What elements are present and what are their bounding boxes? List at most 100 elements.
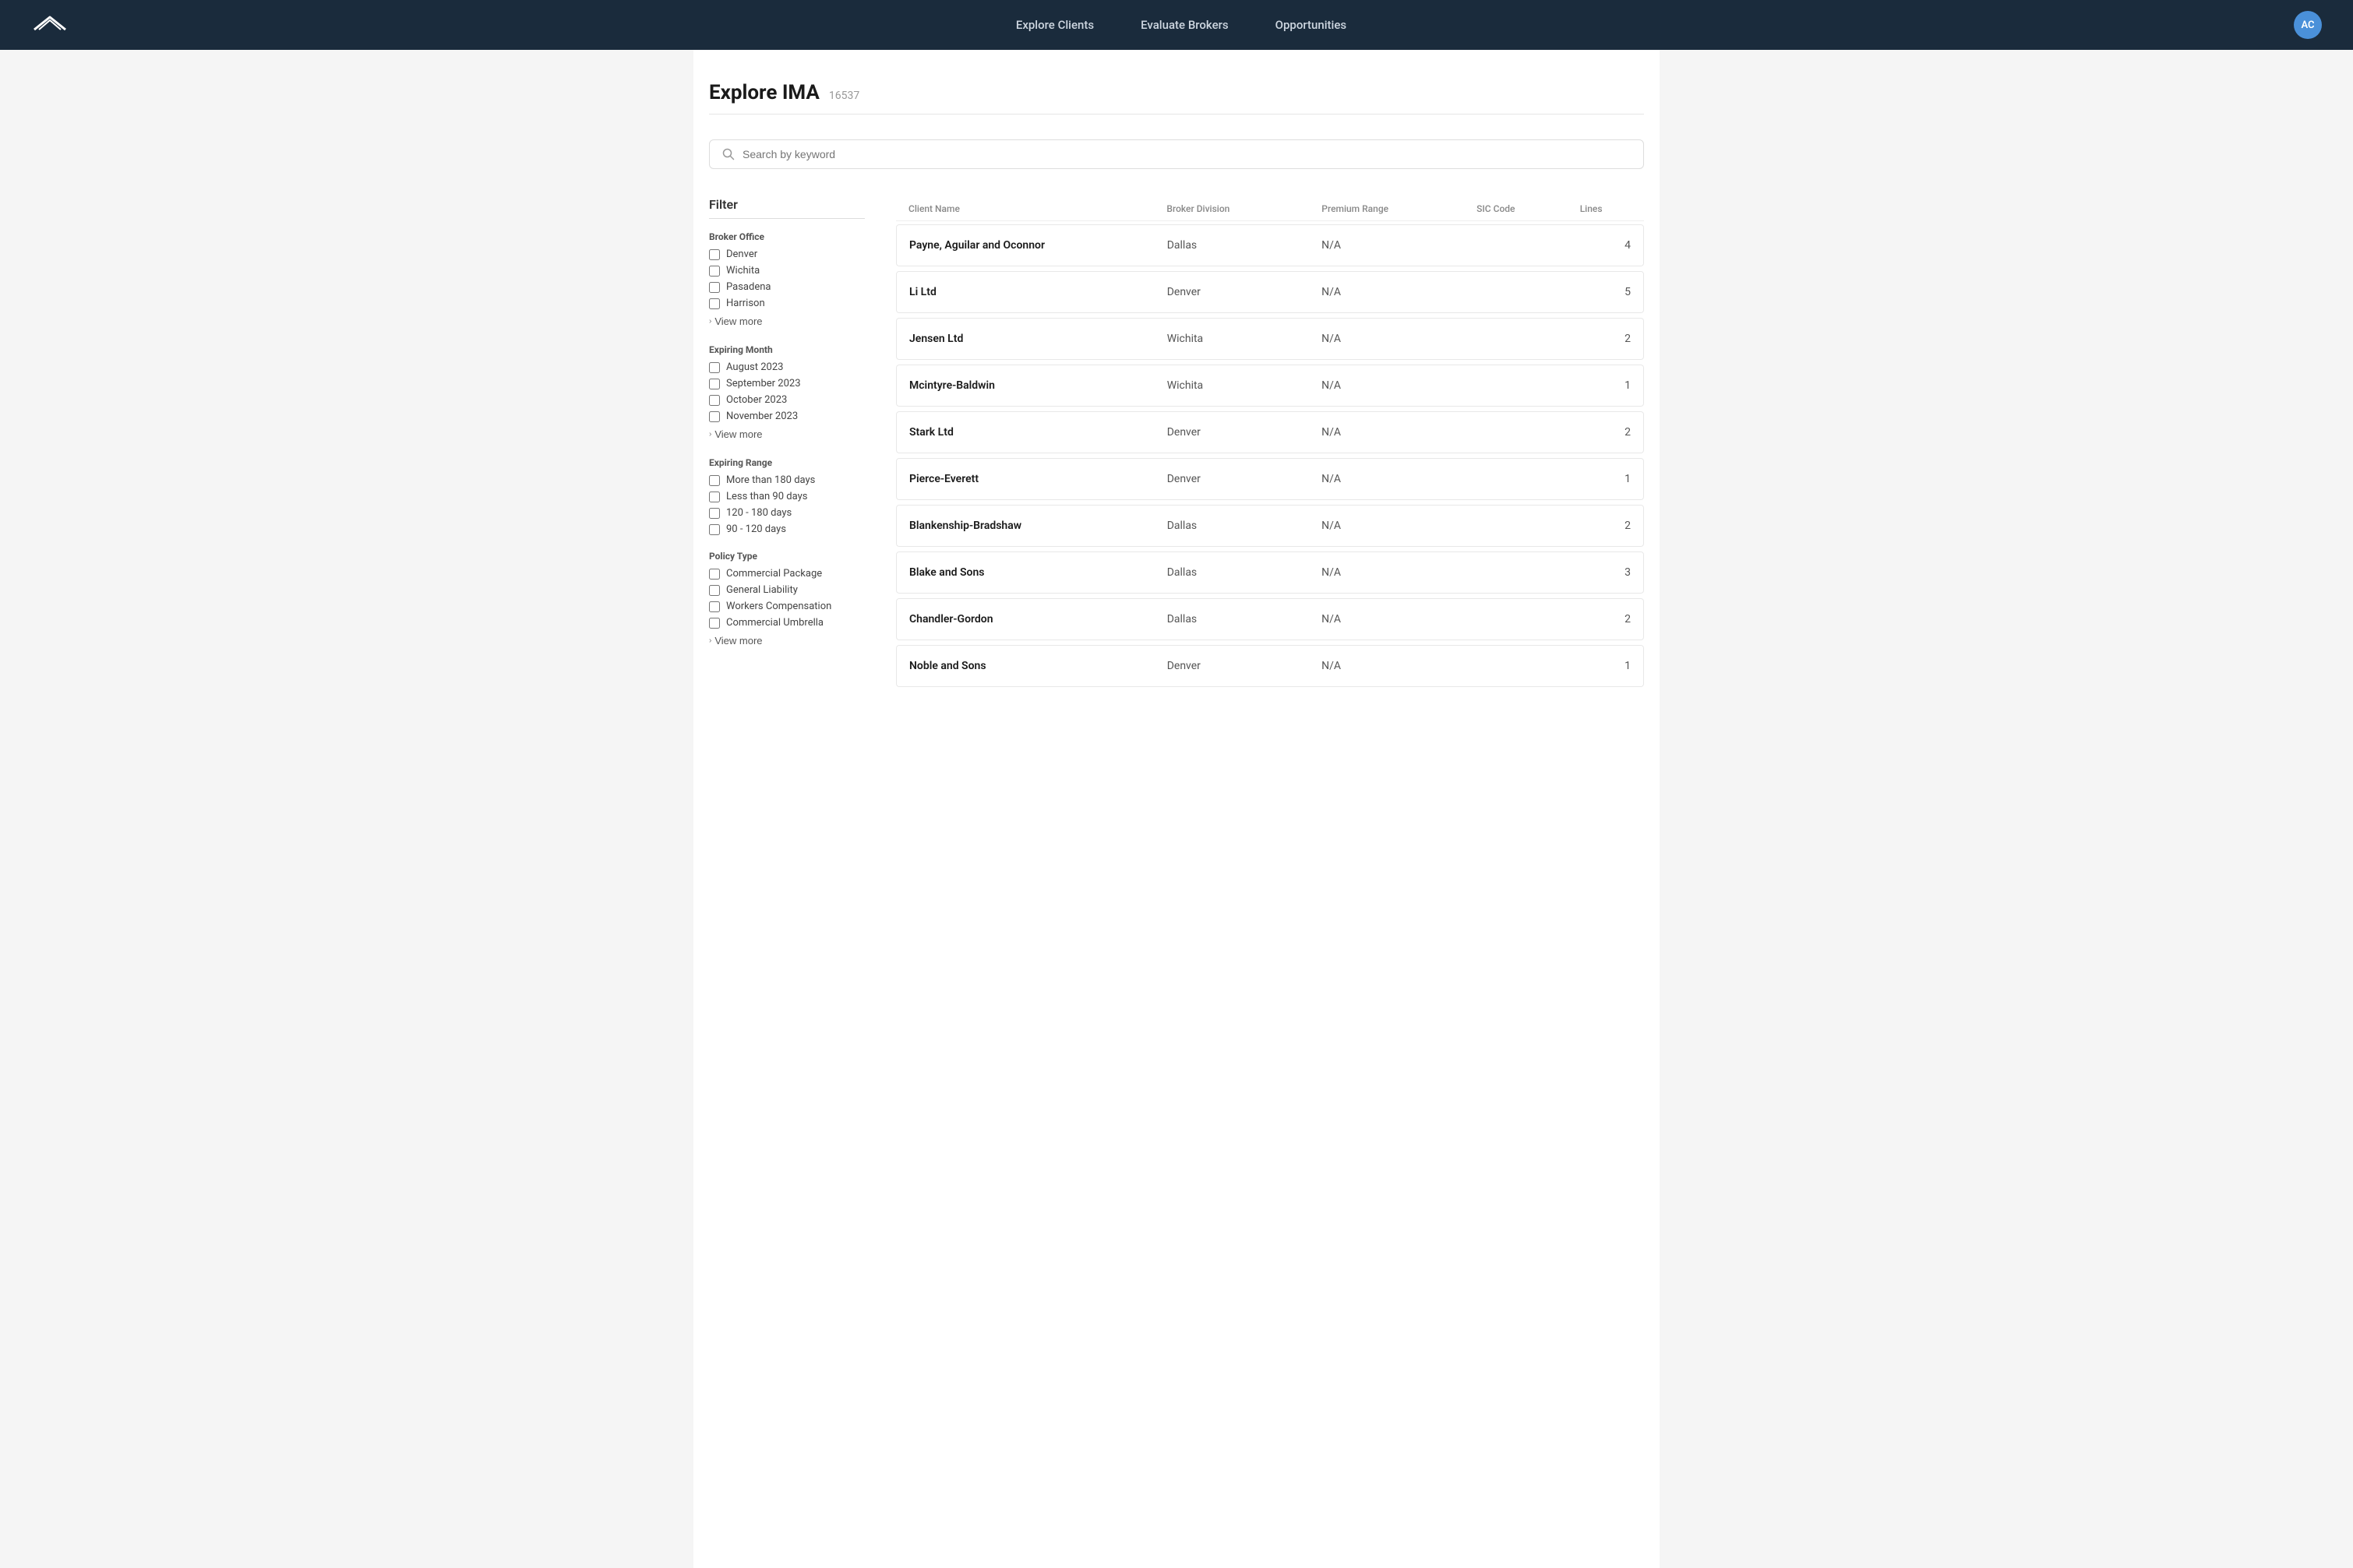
cell-broker-division: Denver	[1167, 473, 1321, 485]
cell-client-name: Li Ltd	[909, 286, 1167, 298]
policy-type-view-more[interactable]: › View more	[709, 633, 763, 648]
filter-option-label-more-180: More than 180 days	[726, 474, 815, 486]
cell-broker-division: Wichita	[1167, 379, 1321, 392]
filter-checkbox-september-2023[interactable]	[709, 379, 720, 389]
cell-premium-range: N/A	[1321, 426, 1476, 439]
table-row[interactable]: Chandler-Gordon Dallas N/A 2	[896, 598, 1644, 640]
filter-option-harrison[interactable]: Harrison	[709, 298, 865, 309]
filter-option-november-2023[interactable]: November 2023	[709, 410, 865, 422]
cell-broker-division: Denver	[1167, 660, 1321, 672]
filter-option-label-90-120: 90 - 120 days	[726, 523, 786, 535]
page-title: Explore IMA	[709, 81, 820, 104]
filter-option-wichita[interactable]: Wichita	[709, 265, 865, 277]
filter-checkbox-more-180[interactable]	[709, 475, 720, 486]
cell-lines: 2	[1579, 426, 1631, 439]
filter-label-expiring-range: Expiring Range	[709, 457, 865, 468]
cell-premium-range: N/A	[1321, 239, 1476, 252]
table-row[interactable]: Blankenship-Bradshaw Dallas N/A 2	[896, 505, 1644, 547]
cell-premium-range: N/A	[1321, 660, 1476, 672]
logo-icon	[31, 14, 69, 36]
nav-evaluate-brokers[interactable]: Evaluate Brokers	[1141, 18, 1229, 32]
filter-checkbox-general-liability[interactable]	[709, 585, 720, 596]
cell-client-name: Noble and Sons	[909, 660, 1167, 672]
cell-broker-division: Dallas	[1167, 566, 1321, 579]
expiring-month-view-more[interactable]: › View more	[709, 427, 763, 442]
cell-lines: 2	[1579, 520, 1631, 532]
search-icon	[722, 148, 735, 160]
filter-option-pasadena[interactable]: Pasadena	[709, 281, 865, 293]
filter-option-120-180[interactable]: 120 - 180 days	[709, 507, 865, 519]
filter-option-label-commercial-package: Commercial Package	[726, 568, 822, 580]
table-row[interactable]: Stark Ltd Denver N/A 2	[896, 411, 1644, 453]
filter-option-label-october-2023: October 2023	[726, 394, 787, 406]
filter-option-commercial-package[interactable]: Commercial Package	[709, 568, 865, 580]
nav-explore-clients[interactable]: Explore Clients	[1016, 18, 1094, 32]
cell-lines: 1	[1579, 379, 1631, 392]
cell-lines: 5	[1579, 286, 1631, 298]
filter-section-broker-office: Broker Office Denver Wichita Pasadena Ha…	[709, 231, 865, 329]
table-container: Client Name Broker Division Premium Rang…	[896, 197, 1644, 692]
chevron-right-icon: ›	[709, 317, 711, 326]
table-row[interactable]: Pierce-Everett Denver N/A 1	[896, 458, 1644, 500]
filter-checkbox-denver[interactable]	[709, 249, 720, 260]
filter-option-label-workers-compensation: Workers Compensation	[726, 601, 831, 612]
filter-option-october-2023[interactable]: October 2023	[709, 394, 865, 406]
user-avatar[interactable]: AC	[2294, 11, 2322, 39]
table-row[interactable]: Noble and Sons Denver N/A 1	[896, 645, 1644, 687]
cell-premium-range: N/A	[1321, 333, 1476, 345]
filter-checkbox-november-2023[interactable]	[709, 411, 720, 422]
filter-checkbox-harrison[interactable]	[709, 298, 720, 309]
filter-checkbox-less-90[interactable]	[709, 492, 720, 502]
filter-label-policy-type: Policy Type	[709, 551, 865, 562]
cell-broker-division: Denver	[1167, 426, 1321, 439]
col-lines: Lines	[1580, 203, 1632, 214]
table-row[interactable]: Blake and Sons Dallas N/A 3	[896, 551, 1644, 594]
filter-option-label-pasadena: Pasadena	[726, 281, 771, 293]
filter-checkbox-august-2023[interactable]	[709, 362, 720, 373]
broker-office-view-more[interactable]: › View more	[709, 314, 763, 329]
filter-option-label-commercial-umbrella: Commercial Umbrella	[726, 617, 824, 629]
filter-option-august-2023[interactable]: August 2023	[709, 361, 865, 373]
cell-client-name: Chandler-Gordon	[909, 613, 1167, 625]
table-row[interactable]: Mcintyre-Baldwin Wichita N/A 1	[896, 365, 1644, 407]
cell-lines: 3	[1579, 566, 1631, 579]
cell-client-name: Mcintyre-Baldwin	[909, 379, 1167, 392]
filter-checkbox-workers-compensation[interactable]	[709, 601, 720, 612]
filter-option-commercial-umbrella[interactable]: Commercial Umbrella	[709, 617, 865, 629]
table-row[interactable]: Payne, Aguilar and Oconnor Dallas N/A 4	[896, 224, 1644, 266]
filter-option-less-90[interactable]: Less than 90 days	[709, 491, 865, 502]
filter-checkbox-90-120[interactable]	[709, 524, 720, 535]
navbar: Explore Clients Evaluate Brokers Opportu…	[0, 0, 2353, 50]
filter-checkbox-commercial-umbrella[interactable]	[709, 618, 720, 629]
filter-option-september-2023[interactable]: September 2023	[709, 378, 865, 389]
filter-option-90-120[interactable]: 90 - 120 days	[709, 523, 865, 535]
filter-option-more-180[interactable]: More than 180 days	[709, 474, 865, 486]
filter-option-label-september-2023: September 2023	[726, 378, 801, 389]
page-container: Explore IMA 16537 Filter Broker Office D…	[693, 50, 1660, 1568]
policy-type-view-more-label: View more	[714, 635, 762, 647]
col-sic-code: SIC Code	[1476, 203, 1580, 214]
table-row[interactable]: Jensen Ltd Wichita N/A 2	[896, 318, 1644, 360]
filter-option-denver[interactable]: Denver	[709, 248, 865, 260]
filter-checkbox-commercial-package[interactable]	[709, 569, 720, 580]
table-rows: Payne, Aguilar and Oconnor Dallas N/A 4 …	[896, 224, 1644, 687]
filter-option-general-liability[interactable]: General Liability	[709, 584, 865, 596]
cell-client-name: Jensen Ltd	[909, 333, 1167, 345]
cell-premium-range: N/A	[1321, 473, 1476, 485]
filter-option-label-august-2023: August 2023	[726, 361, 783, 373]
filter-option-label-less-90: Less than 90 days	[726, 491, 807, 502]
cell-lines: 2	[1579, 613, 1631, 625]
filter-option-label-120-180: 120 - 180 days	[726, 507, 792, 519]
filter-checkbox-october-2023[interactable]	[709, 395, 720, 406]
filter-option-workers-compensation[interactable]: Workers Compensation	[709, 601, 865, 612]
chevron-right-icon-2: ›	[709, 430, 711, 439]
nav-opportunities[interactable]: Opportunities	[1275, 18, 1346, 32]
filter-checkbox-wichita[interactable]	[709, 266, 720, 277]
table-row[interactable]: Li Ltd Denver N/A 5	[896, 271, 1644, 313]
filter-checkbox-pasadena[interactable]	[709, 282, 720, 293]
broker-office-view-more-label: View more	[714, 315, 762, 327]
chevron-right-icon-3: ›	[709, 636, 711, 645]
cell-premium-range: N/A	[1321, 520, 1476, 532]
filter-checkbox-120-180[interactable]	[709, 508, 720, 519]
search-input[interactable]	[743, 148, 1631, 160]
